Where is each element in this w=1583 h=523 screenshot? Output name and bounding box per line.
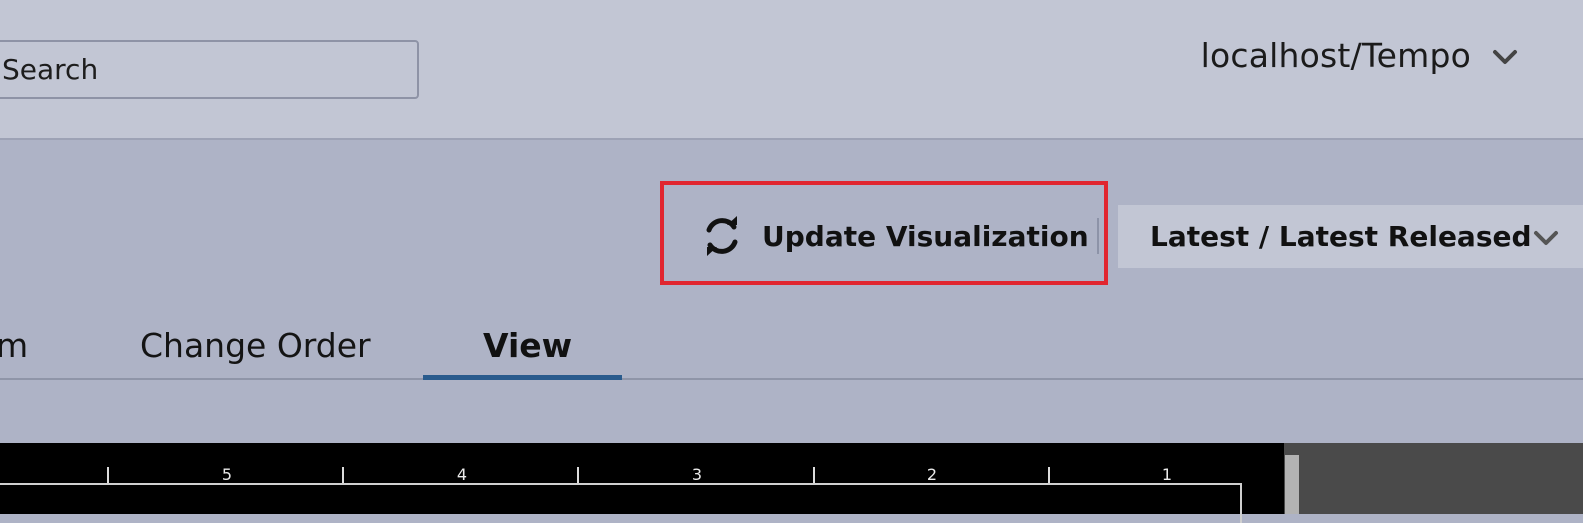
ruler-label: 1	[1161, 465, 1173, 484]
side-panel	[1284, 443, 1583, 514]
toolbar-area	[0, 140, 1583, 443]
ruler-label: 2	[926, 465, 938, 484]
update-visualization-label: Update Visualization	[762, 219, 1089, 253]
top-bar: Search localhost/Tempo	[0, 0, 1583, 140]
chevron-down-icon	[1491, 42, 1519, 70]
active-tab-indicator	[423, 375, 622, 380]
drawing-frame	[0, 483, 1242, 523]
release-filter-label: Latest / Latest Released	[1150, 220, 1532, 253]
chevron-down-icon	[1532, 223, 1560, 251]
server-dropdown[interactable]: localhost/Tempo	[1201, 36, 1519, 75]
update-visualization-button[interactable]: Update Visualization	[700, 208, 1089, 264]
release-filter-dropdown[interactable]: Latest / Latest Released	[1118, 205, 1583, 268]
scrollbar[interactable]	[1285, 455, 1299, 514]
tab-partial[interactable]: m	[0, 326, 28, 365]
tab-view[interactable]: View	[483, 326, 572, 365]
ruler-label: 5	[221, 465, 233, 484]
refresh-icon	[700, 214, 744, 258]
ruler-label: 4	[456, 465, 468, 484]
tab-bar: m Change Order View	[0, 300, 1583, 380]
tab-change-order[interactable]: Change Order	[140, 326, 371, 365]
ruler-label: 3	[691, 465, 703, 484]
server-label: localhost/Tempo	[1200, 36, 1471, 75]
toolbar-divider	[1097, 218, 1099, 254]
search-input[interactable]: Search	[0, 40, 419, 99]
